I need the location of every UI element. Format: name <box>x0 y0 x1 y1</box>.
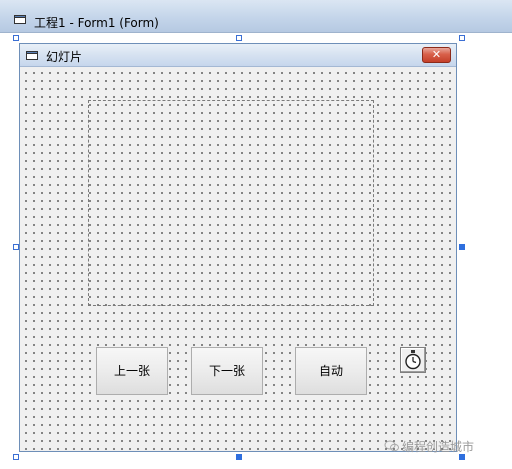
close-button[interactable]: ✕ <box>422 47 451 63</box>
image-control[interactable] <box>88 100 374 306</box>
resize-handle-top-right[interactable] <box>459 35 465 41</box>
watermark-text: 编程创造城市 <box>402 440 475 454</box>
resize-handle-bottom-center[interactable] <box>236 454 242 460</box>
wechat-icon <box>384 440 399 452</box>
resize-handle-top-center[interactable] <box>236 35 242 41</box>
form-client-area[interactable]: 上一张 下一张 自动 <box>20 67 456 451</box>
auto-button[interactable]: 自动 <box>295 347 367 395</box>
form-window[interactable]: 幻灯片 ✕ 上一张 下一张 自动 <box>19 43 457 452</box>
form-icon <box>26 51 38 60</box>
resize-handle-bottom-left[interactable] <box>13 454 19 460</box>
close-icon: ✕ <box>431 48 442 61</box>
designer-title: 工程1 - Form1 (Form) <box>34 16 159 30</box>
stopwatch-icon <box>405 350 421 370</box>
resize-handle-middle-right[interactable] <box>459 244 465 250</box>
form-icon <box>14 15 26 24</box>
resize-handle-top-left[interactable] <box>13 35 19 41</box>
next-button[interactable]: 下一张 <box>191 347 263 395</box>
designer-title-bar: 工程1 - Form1 (Form) <box>0 0 512 33</box>
prev-button[interactable]: 上一张 <box>96 347 168 395</box>
form-title-bar: 幻灯片 ✕ <box>20 44 456 67</box>
timer-control[interactable] <box>400 347 426 373</box>
form-title: 幻灯片 <box>46 50 83 64</box>
